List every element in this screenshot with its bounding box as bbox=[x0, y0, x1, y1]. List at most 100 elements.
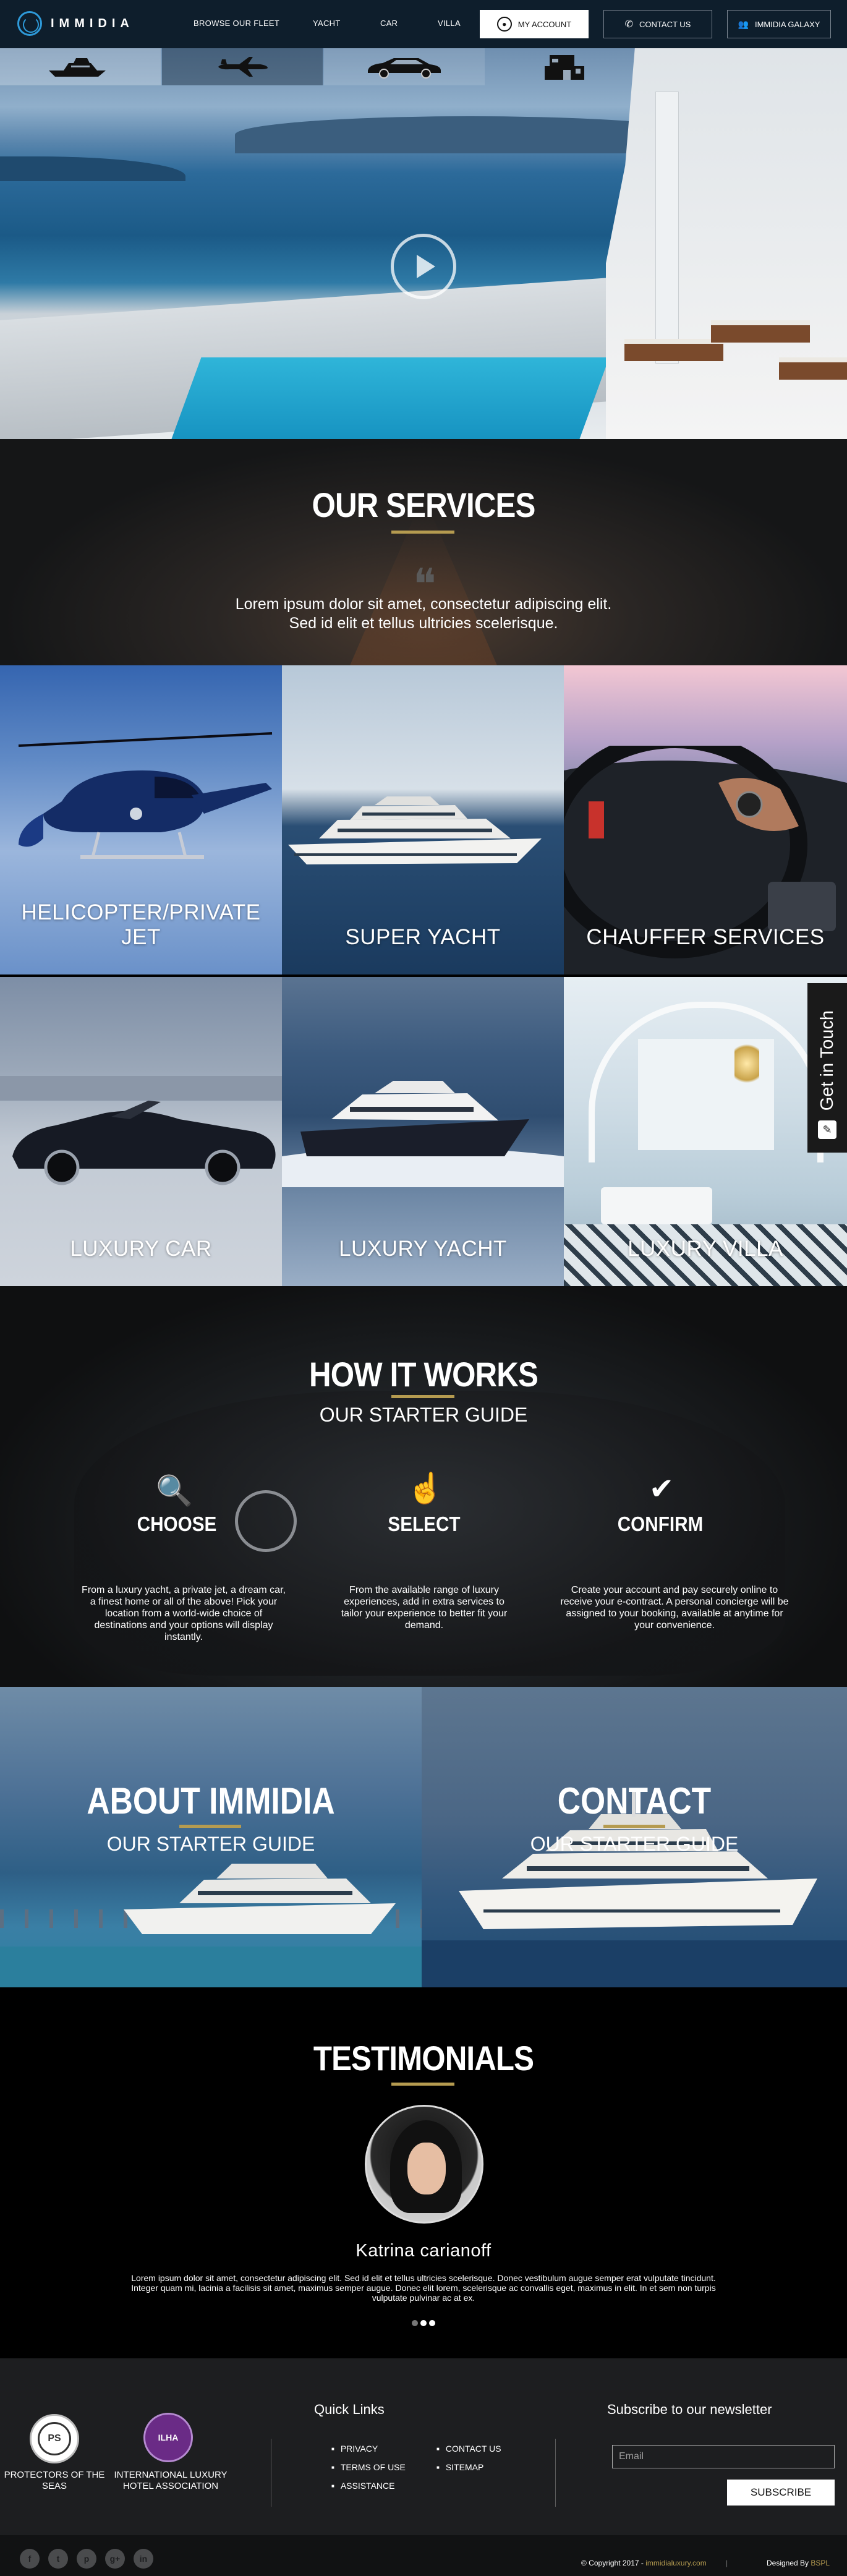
fleet-tab-jet[interactable] bbox=[162, 48, 323, 85]
step-text-select: From the available range of luxury exper… bbox=[341, 1585, 508, 1631]
hero-villa bbox=[606, 48, 847, 439]
service-tile-helicopter[interactable]: HELICOPTER/PRIVATE JET bbox=[0, 665, 282, 975]
phone-icon: ✆ bbox=[624, 19, 634, 30]
convertible-car-image bbox=[12, 1101, 276, 1185]
testimonials-title: TESTIMONIALS bbox=[313, 2039, 534, 2078]
copyright-separator: | bbox=[726, 2559, 728, 2567]
sun-lounger bbox=[711, 320, 810, 343]
pinterest-icon[interactable]: p bbox=[77, 2549, 96, 2569]
get-in-touch-tab[interactable]: Get in Touch ✎ bbox=[807, 983, 847, 1153]
about-subtitle: OUR STARTER GUIDE bbox=[106, 1833, 315, 1855]
step-title-choose: CHOOSE bbox=[137, 1512, 217, 1535]
carousel-dot[interactable] bbox=[412, 2320, 418, 2326]
contact-title: CONTACT bbox=[557, 1780, 712, 1822]
step-text-choose: From a luxury yacht, a private jet, a dr… bbox=[82, 1585, 286, 1642]
tile-label: LUXURY CAR bbox=[70, 1237, 212, 1261]
service-tile-chauffer[interactable]: CHAUFFER SERVICES bbox=[564, 665, 847, 975]
fleet-tab-yacht[interactable] bbox=[0, 48, 161, 85]
group-icon: 👥 bbox=[738, 19, 749, 29]
ilha-badge-icon: ILHA bbox=[143, 2413, 193, 2462]
play-video-button[interactable] bbox=[391, 234, 456, 299]
services-section: OUR SERVICES ❝ Lorem ipsum dolor sit ame… bbox=[0, 439, 847, 665]
testimonial-text: Lorem ipsum dolor sit amet, consectetur … bbox=[131, 2273, 716, 2303]
fleet-category-bar bbox=[0, 48, 847, 85]
tile-label: CHAUFFER SERVICES bbox=[586, 925, 825, 949]
services-quote-line1: Lorem ipsum dolor sit amet, consectetur … bbox=[235, 595, 612, 613]
logo[interactable]: IMMIDIA bbox=[17, 11, 134, 36]
services-quote-line2: Sed id elit et tellus ultricies sceleris… bbox=[289, 615, 558, 632]
newsletter-title: Subscribe to our newsletter bbox=[607, 2402, 772, 2417]
tile-label: LUXURY VILLA bbox=[628, 1237, 783, 1261]
water bbox=[422, 1940, 847, 1987]
nav-villa[interactable]: VILLA bbox=[438, 19, 461, 28]
copyright-site-link[interactable]: immidialuxury.com bbox=[645, 2559, 706, 2567]
chandelier bbox=[734, 1039, 759, 1088]
fleet-tab-car[interactable] bbox=[324, 48, 485, 85]
footer-link-assistance[interactable]: ASSISTANCE bbox=[331, 2481, 395, 2491]
footer-link-privacy[interactable]: PRIVACY bbox=[331, 2444, 378, 2454]
site-footer: PS PROTECTORS OF THE SEAS ILHA INTERNATI… bbox=[0, 2358, 847, 2576]
badge-label-ilha: INTERNATIONAL LUXURY HOTEL ASSOCIATION bbox=[114, 2470, 228, 2491]
brand-name: IMMIDIA bbox=[51, 16, 134, 30]
testimonial-author: Katrina carianoff bbox=[355, 2241, 492, 2261]
title-underline bbox=[391, 1395, 454, 1398]
protectors-badge-icon: PS bbox=[30, 2414, 79, 2463]
title-underline bbox=[391, 2083, 454, 2086]
yacht-image bbox=[124, 1864, 396, 1934]
hero-banner bbox=[0, 48, 847, 439]
step-text-confirm: Create your account and pay securely onl… bbox=[560, 1585, 789, 1631]
super-yacht-image bbox=[288, 796, 542, 864]
facebook-icon[interactable]: f bbox=[20, 2549, 40, 2569]
title-underline bbox=[391, 531, 454, 534]
speed-yacht-image bbox=[282, 1081, 564, 1187]
step-title-confirm: CONFIRM bbox=[617, 1512, 704, 1535]
about-panel[interactable]: ABOUT IMMIDIA OUR STARTER GUIDE bbox=[0, 1687, 422, 1987]
nav-car[interactable]: CAR bbox=[380, 19, 398, 28]
how-title: HOW IT WORKS bbox=[309, 1355, 538, 1394]
quick-links-title: Quick Links bbox=[314, 2402, 385, 2417]
footer-link-contact[interactable]: CONTACT US bbox=[436, 2444, 501, 2454]
immidia-galaxy-label: IMMIDIA GALAXY bbox=[754, 19, 820, 29]
service-tile-super-yacht[interactable]: SUPER YACHT bbox=[282, 665, 564, 975]
tile-label: LUXURY YACHT bbox=[339, 1237, 507, 1261]
hand-pointer-icon: ☝ bbox=[407, 1472, 444, 1505]
designed-by-prefix: Designed By bbox=[767, 2559, 811, 2567]
carousel-dot[interactable] bbox=[429, 2320, 435, 2326]
designed-by-text: Designed By BSPL bbox=[767, 2559, 830, 2567]
carousel-dot[interactable] bbox=[420, 2320, 427, 2326]
title-underline bbox=[603, 1825, 665, 1828]
contact-subtitle: OUR STARTER GUIDE bbox=[530, 1833, 739, 1855]
service-tile-luxury-car[interactable]: LUXURY CAR bbox=[0, 977, 282, 1286]
avatar-face bbox=[407, 2143, 446, 2194]
footer-link-sitemap[interactable]: SITEMAP bbox=[436, 2462, 483, 2472]
badge-mark-ps: PS bbox=[38, 2422, 71, 2455]
contact-panel[interactable]: CONTACT OUR STARTER GUIDE bbox=[422, 1687, 847, 1987]
contact-us-button[interactable]: ✆ CONTACT US bbox=[603, 10, 712, 38]
testimonials-section: TESTIMONIALS Katrina carianoff Lorem ips… bbox=[0, 1987, 847, 2358]
tile-label: SUPER YACHT bbox=[345, 925, 501, 949]
email-field[interactable] bbox=[612, 2445, 835, 2468]
nav-browse-fleet[interactable]: BROWSE OUR FLEET bbox=[194, 19, 279, 28]
nav-yacht[interactable]: YACHT bbox=[313, 19, 341, 28]
twitter-icon[interactable]: t bbox=[48, 2549, 68, 2569]
badge-label-protectors: PROTECTORS OF THE SEAS bbox=[4, 2470, 105, 2491]
immidia-galaxy-button[interactable]: 👥 IMMIDIA GALAXY bbox=[727, 10, 831, 38]
get-in-touch-label: Get in Touch bbox=[817, 1010, 837, 1111]
sun-lounger bbox=[624, 339, 723, 361]
designer-link[interactable]: BSPL bbox=[811, 2559, 830, 2567]
linkedin-icon[interactable]: in bbox=[134, 2549, 153, 2569]
subscribe-button[interactable]: SUBSCRIBE bbox=[727, 2480, 835, 2506]
hero-pool bbox=[169, 357, 610, 439]
helicopter-image bbox=[18, 732, 273, 859]
service-tile-luxury-yacht[interactable]: LUXURY YACHT bbox=[282, 977, 564, 1286]
google-plus-icon[interactable]: g+ bbox=[105, 2549, 125, 2569]
villa-icon bbox=[545, 55, 584, 80]
fleet-tab-villa[interactable] bbox=[486, 48, 647, 85]
logo-mark-icon bbox=[17, 11, 42, 36]
service-tile-luxury-villa[interactable]: LUXURY VILLA bbox=[564, 977, 847, 1286]
step-title-select: SELECT bbox=[388, 1512, 461, 1535]
footer-link-terms[interactable]: TERMS OF USE bbox=[331, 2462, 406, 2472]
copyright-prefix: © Copyright 2017 - bbox=[581, 2559, 646, 2567]
my-account-button[interactable]: ● MY ACCOUNT bbox=[480, 10, 589, 38]
footer-divider bbox=[555, 2439, 556, 2507]
